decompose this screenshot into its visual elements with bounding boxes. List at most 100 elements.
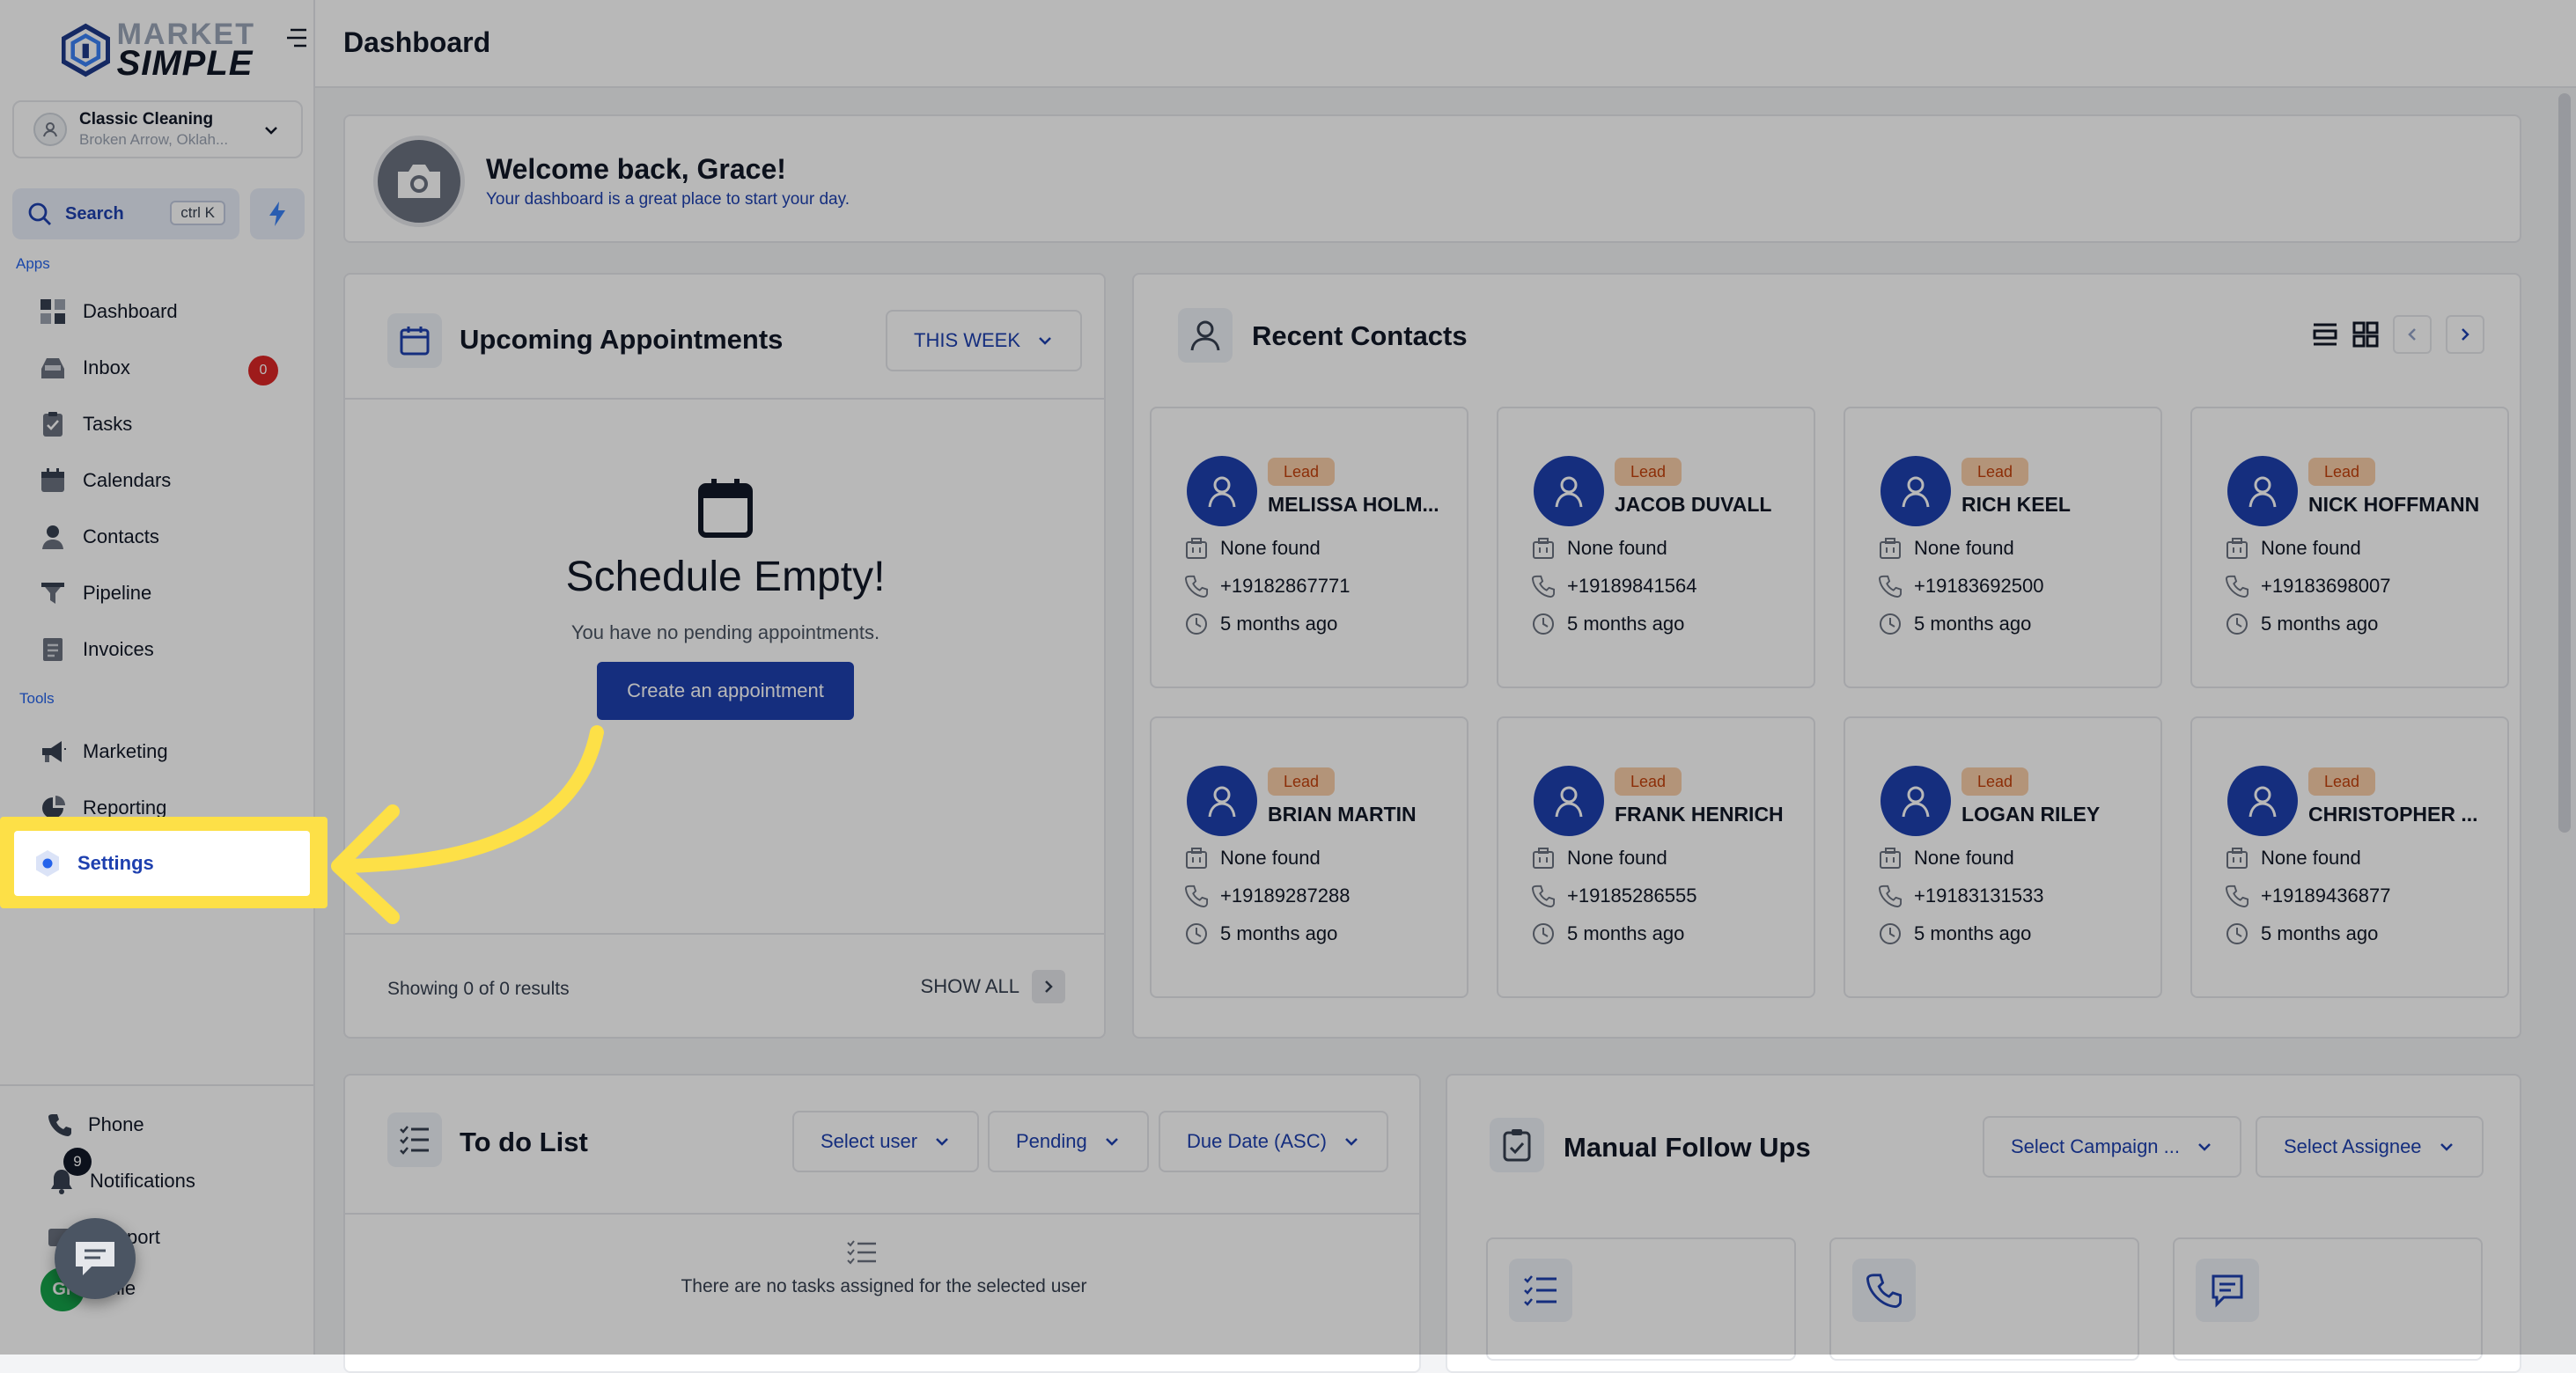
contact-phone[interactable]: +19183698007 xyxy=(2261,575,2390,598)
recent-contacts-card: Recent Contacts Lead MELISSA HOLM... None … xyxy=(1132,273,2521,1039)
contact-phone[interactable]: +19189436877 xyxy=(2261,885,2390,907)
create-appointment-button[interactable]: Create an appointment xyxy=(597,662,854,720)
select-assignee-dropdown[interactable]: Select Assignee xyxy=(2256,1116,2484,1178)
sort-dropdown[interactable]: Due Date (ASC) xyxy=(1159,1111,1388,1172)
contact-avatar-icon xyxy=(1187,766,1257,836)
collapse-sidebar-button[interactable] xyxy=(283,25,310,51)
show-all-button[interactable]: SHOW ALL xyxy=(921,970,1065,1003)
appointments-title: Upcoming Appointments xyxy=(460,324,784,355)
phone-icon xyxy=(2226,885,2248,907)
camera-icon[interactable] xyxy=(373,136,465,227)
phone-icon xyxy=(2226,575,2248,598)
contact-avatar-icon xyxy=(2227,766,2298,836)
lead-badge: Lead xyxy=(1268,767,1336,796)
contact-phone[interactable]: +19182867771 xyxy=(1220,575,1350,598)
sidebar-item-contacts[interactable]: Contacts xyxy=(39,516,294,558)
chat-icon xyxy=(76,1242,114,1275)
contact-company-row: None found xyxy=(2226,537,2361,560)
contact-phone-row: +19183698007 xyxy=(2226,575,2390,598)
sidebar-item-tasks[interactable]: Tasks xyxy=(39,403,294,445)
lead-badge: Lead xyxy=(2308,767,2376,796)
select-user-dropdown[interactable]: Select user xyxy=(792,1111,980,1172)
sidebar-item-marketing[interactable]: Marketing xyxy=(39,731,294,773)
sidebar-item-dashboard[interactable]: Dashboard xyxy=(39,290,294,333)
calendar-icon xyxy=(387,313,442,368)
chevron-down-icon xyxy=(1345,1138,1358,1146)
sidebar-item-inbox[interactable]: Inbox 0 xyxy=(39,347,294,389)
contact-card[interactable]: Lead FRANK HENRICH None found +19185286555 5… xyxy=(1497,716,1815,998)
location-switcher[interactable]: Classic Cleaning Broken Arrow, Oklah... xyxy=(12,100,303,158)
sidebar-item-calendars[interactable]: Calendars xyxy=(39,459,294,502)
schedule-empty-subtitle: You have no pending appointments. xyxy=(570,621,880,643)
building-icon xyxy=(2226,848,2248,869)
page-title: Dashboard xyxy=(343,26,491,58)
contact-phone[interactable]: +19189841564 xyxy=(1567,575,1696,598)
search-button[interactable]: Search ctrl K xyxy=(12,188,239,239)
contact-phone[interactable]: +19183692500 xyxy=(1914,575,2043,598)
sidebar-item-settings[interactable]: Settings xyxy=(14,831,310,896)
contact-name[interactable]: NICK HOFFMANN xyxy=(2308,493,2502,517)
followup-tasks-tile[interactable] xyxy=(1486,1237,1796,1361)
contact-phone[interactable]: +19185286555 xyxy=(1567,885,1696,907)
todo-title: To do List xyxy=(460,1127,588,1157)
grid-view-icon[interactable] xyxy=(2352,321,2379,348)
settings-icon xyxy=(33,849,62,877)
contact-time: 5 months ago xyxy=(1220,922,1338,944)
sidebar-item-label: Calendars xyxy=(83,469,172,491)
quick-actions-button[interactable] xyxy=(250,188,305,239)
clipboard-check-icon xyxy=(1490,1118,1544,1172)
contact-card[interactable]: Lead LOGAN RILEY None found +19183131533 5 m… xyxy=(1844,716,2162,998)
followup-calls-tile[interactable] xyxy=(1829,1237,2139,1361)
contact-phone[interactable]: +19183131533 xyxy=(1914,885,2043,907)
status-dropdown[interactable]: Pending xyxy=(988,1111,1149,1172)
clock-icon xyxy=(1533,923,1554,944)
contact-name[interactable]: JACOB DUVALL xyxy=(1615,493,1808,517)
contact-name[interactable]: BRIAN MARTIN xyxy=(1268,803,1461,826)
divider xyxy=(345,1213,1421,1215)
followup-sms-tile[interactable] xyxy=(2173,1237,2483,1361)
contact-name[interactable]: FRANK HENRICH xyxy=(1615,803,1808,826)
contact-card[interactable]: Lead JACOB DUVALL None found +19189841564 5 … xyxy=(1497,407,1815,688)
search-icon xyxy=(28,202,51,225)
contact-time-row: 5 months ago xyxy=(1185,613,1337,635)
clock-icon xyxy=(2226,613,2248,635)
contact-card[interactable]: Lead CHRISTOPHER ... None found +1918943687… xyxy=(2190,716,2509,998)
contact-card[interactable]: Lead NICK HOFFMANN None found +19183698007 5… xyxy=(2190,407,2509,688)
contact-name[interactable]: RICH KEEL xyxy=(1961,493,2155,517)
contact-time: 5 months ago xyxy=(1567,613,1685,635)
appointments-range-dropdown[interactable]: THIS WEEK xyxy=(886,310,1083,371)
contact-avatar-icon xyxy=(1880,766,1951,836)
invoices-icon xyxy=(39,635,67,664)
sidebar-item-invoices[interactable]: Invoices xyxy=(39,628,294,671)
previous-page-button[interactable] xyxy=(2393,315,2432,354)
contact-name[interactable]: LOGAN RILEY xyxy=(1961,803,2155,826)
chevron-down-icon xyxy=(936,1138,948,1146)
contact-person-icon xyxy=(1178,308,1233,363)
chevron-right-icon xyxy=(2462,328,2469,341)
clock-icon xyxy=(1533,613,1554,635)
recent-contacts-title: Recent Contacts xyxy=(1252,320,1468,351)
sidebar-item-pipeline[interactable]: Pipeline xyxy=(39,572,294,614)
contact-phone[interactable]: +19189287288 xyxy=(1220,885,1350,907)
contact-name[interactable]: MELISSA HOLM... xyxy=(1268,493,1461,517)
checklist-icon xyxy=(387,1112,442,1167)
inbox-count-badge: 0 xyxy=(248,356,278,385)
contact-card[interactable]: Lead MELISSA HOLM... None found +1918286777… xyxy=(1150,407,1468,688)
select-campaign-dropdown[interactable]: Select Campaign ... xyxy=(1983,1116,2241,1178)
contact-card[interactable]: Lead BRIAN MARTIN None found +19189287288 5 … xyxy=(1150,716,1468,998)
sidebar-item-phone[interactable]: Phone xyxy=(48,1105,144,1144)
phone-icon xyxy=(1532,575,1555,598)
chat-widget-button[interactable] xyxy=(55,1218,136,1299)
top-bar: Dashboard xyxy=(315,0,2576,88)
lead-badge: Lead xyxy=(1615,458,1682,486)
clock-icon xyxy=(1880,923,1901,944)
next-page-button[interactable] xyxy=(2446,315,2484,354)
contact-card[interactable]: Lead RICH KEEL None found +19183692500 5 mon… xyxy=(1844,407,2162,688)
contact-name[interactable]: CHRISTOPHER ... xyxy=(2308,803,2502,826)
page-scrollbar[interactable] xyxy=(2558,93,2571,833)
sidebar-item-label: Notifications xyxy=(90,1170,195,1192)
brand-logo[interactable]: MARKET SIMPLE xyxy=(62,19,255,81)
contact-phone-row: +19189287288 xyxy=(1185,885,1350,907)
list-view-icon[interactable] xyxy=(2312,321,2338,348)
search-shortcut: ctrl K xyxy=(170,201,225,225)
